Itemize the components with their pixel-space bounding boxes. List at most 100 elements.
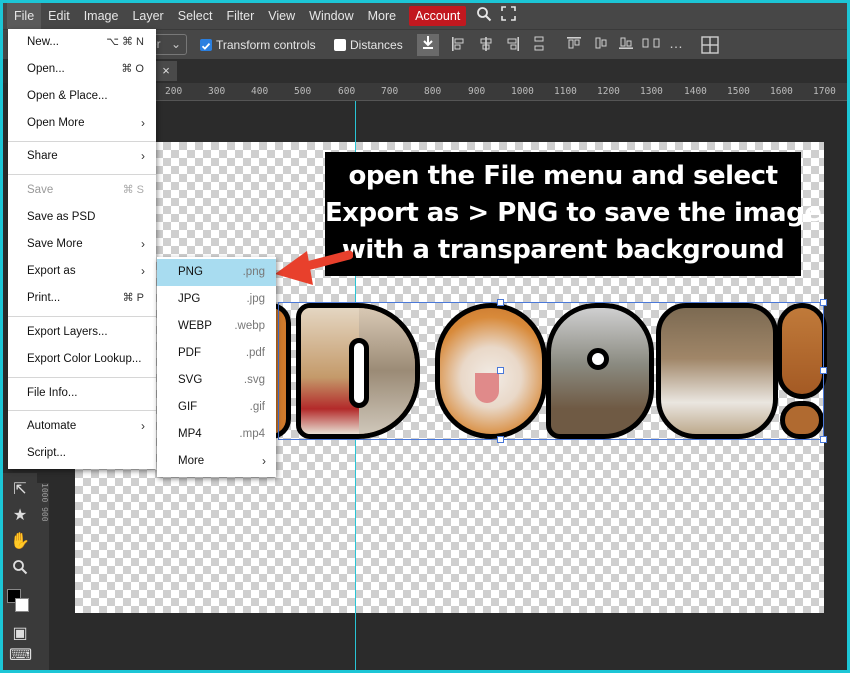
export-item-label: WEBP <box>178 320 212 332</box>
menu-item-label: File Info... <box>27 387 78 399</box>
menu-item-open-more[interactable]: Open More › <box>8 110 156 137</box>
menu-item-label: Automate <box>27 420 77 432</box>
account-button[interactable]: Account <box>409 6 467 26</box>
chevron-right-icon: › <box>141 419 145 433</box>
menu-filter[interactable]: Filter <box>219 3 261 29</box>
align-left-icon[interactable] <box>451 36 465 55</box>
grid-icon[interactable] <box>701 36 719 57</box>
chevron-down-icon: ⌄ <box>170 37 181 51</box>
align-middle-icon[interactable] <box>593 36 609 53</box>
ruler-tick: 400 <box>251 86 269 97</box>
menu-bar: File Edit Image Layer Select Filter View… <box>3 3 847 29</box>
distribute-icon[interactable] <box>533 36 545 55</box>
menu-item-label: Open & Place... <box>27 90 108 102</box>
export-item-jpg[interactable]: JPG .jpg <box>157 286 276 313</box>
more-options-icon[interactable]: … <box>669 35 683 51</box>
distribute-horizontal-icon[interactable] <box>642 36 660 53</box>
menu-item-print[interactable]: Print... ⌘ P <box>8 285 156 312</box>
menu-window[interactable]: Window <box>302 3 360 29</box>
export-item-extension: .gif <box>249 401 265 413</box>
menu-item-save[interactable]: Save ⌘ S <box>8 177 156 204</box>
menu-item-script[interactable]: Script... <box>8 440 156 467</box>
menu-item-shortcut: ⌘ S <box>122 184 144 196</box>
close-icon[interactable]: × <box>155 61 177 81</box>
menu-item-export-color-lookup[interactable]: Export Color Lookup... <box>8 346 156 373</box>
menu-item-open-place[interactable]: Open & Place... <box>8 83 156 110</box>
menu-item-save-psd[interactable]: Save as PSD <box>8 204 156 231</box>
menu-item-file-info[interactable]: File Info... <box>8 380 156 407</box>
background-color-swatch[interactable] <box>15 598 29 612</box>
keyboard-icon[interactable]: ⌨ <box>9 645 32 665</box>
transform-handle[interactable] <box>820 367 827 374</box>
ruler-tick: 200 <box>165 86 183 97</box>
export-item-label: GIF <box>178 401 198 413</box>
instruction-callout: open the File menu and select Export as … <box>325 152 822 276</box>
menu-layer[interactable]: Layer <box>125 3 170 29</box>
ruler-tick: 1300 <box>640 86 663 97</box>
transform-controls-checkbox[interactable] <box>200 39 212 51</box>
transform-handle[interactable] <box>820 436 827 443</box>
export-item-label: MP4 <box>178 428 202 440</box>
export-item-more[interactable]: More › <box>157 448 276 475</box>
fullscreen-icon[interactable] <box>496 6 520 26</box>
transform-bounding-box[interactable] <box>278 302 824 440</box>
horizontal-ruler: 200 300 400 500 600 700 800 900 1000 110… <box>155 83 847 101</box>
transform-handle[interactable] <box>497 299 504 306</box>
menu-item-label: Open... <box>27 63 65 75</box>
menu-item-label: Export as <box>27 265 76 277</box>
distances-checkbox[interactable] <box>334 39 346 51</box>
menu-select[interactable]: Select <box>171 3 220 29</box>
export-item-webp[interactable]: WEBP .webp <box>157 313 276 340</box>
menu-item-export-as[interactable]: Export as › <box>8 258 156 285</box>
export-item-mp4[interactable]: MP4 .mp4 <box>157 421 276 448</box>
export-item-svg[interactable]: SVG .svg <box>157 367 276 394</box>
menu-item-save-more[interactable]: Save More › <box>8 231 156 258</box>
export-item-extension: .pdf <box>245 347 265 359</box>
transform-handle[interactable] <box>497 436 504 443</box>
align-bottom-icon[interactable] <box>618 36 634 53</box>
export-item-pdf[interactable]: PDF .pdf <box>157 340 276 367</box>
menu-item-automate[interactable]: Automate › <box>8 413 156 440</box>
menu-image[interactable]: Image <box>77 3 126 29</box>
transform-handle[interactable] <box>497 367 504 374</box>
menu-item-open[interactable]: Open... ⌘ O <box>8 56 156 83</box>
export-item-extension: .png <box>242 266 265 278</box>
menu-item-export-layers[interactable]: Export Layers... <box>8 319 156 346</box>
star-icon[interactable]: ★ <box>9 505 31 525</box>
distances-label: Distances <box>350 38 403 52</box>
export-item-png[interactable]: PNG .png <box>157 259 276 286</box>
ruler-tick: 800 <box>424 86 442 97</box>
ruler-tick: 700 <box>381 86 399 97</box>
select-tool-icon[interactable]: ⇱ <box>9 479 31 499</box>
menu-more[interactable]: More <box>361 3 403 29</box>
quick-mask-icon[interactable]: ▣ <box>9 623 31 643</box>
ruler-tick: 600 <box>338 86 356 97</box>
align-right-icon[interactable] <box>506 36 520 55</box>
align-top-icon[interactable] <box>566 36 582 53</box>
align-center-icon[interactable] <box>479 36 493 55</box>
transform-handle[interactable] <box>820 299 827 306</box>
menu-item-share[interactable]: Share › <box>8 143 156 170</box>
ruler-tick: 1100 <box>554 86 577 97</box>
search-icon[interactable] <box>472 6 496 27</box>
chevron-right-icon: › <box>141 264 145 278</box>
export-item-gif[interactable]: GIF .gif <box>157 394 276 421</box>
menu-divider <box>8 174 156 175</box>
menu-view[interactable]: View <box>261 3 302 29</box>
menu-file[interactable]: File <box>7 3 42 29</box>
download-icon[interactable] <box>417 34 439 56</box>
menu-divider <box>8 316 156 317</box>
export-item-extension: .mp4 <box>239 428 265 440</box>
chevron-right-icon: › <box>141 149 145 163</box>
menu-item-label: Save <box>27 184 54 196</box>
ruler-tick: 500 <box>294 86 312 97</box>
menu-edit[interactable]: Edit <box>41 3 77 29</box>
menu-item-new[interactable]: New... ⌥ ⌘ N <box>8 29 156 56</box>
hand-icon[interactable]: ✋ <box>9 531 31 551</box>
ruler-tick: 1600 <box>770 86 793 97</box>
menu-divider <box>8 410 156 411</box>
menu-item-shortcut: ⌘ P <box>122 292 144 304</box>
menu-item-label: Save as PSD <box>27 211 96 223</box>
zoom-icon[interactable] <box>9 559 31 580</box>
menu-item-label: Export Layers... <box>27 326 108 338</box>
